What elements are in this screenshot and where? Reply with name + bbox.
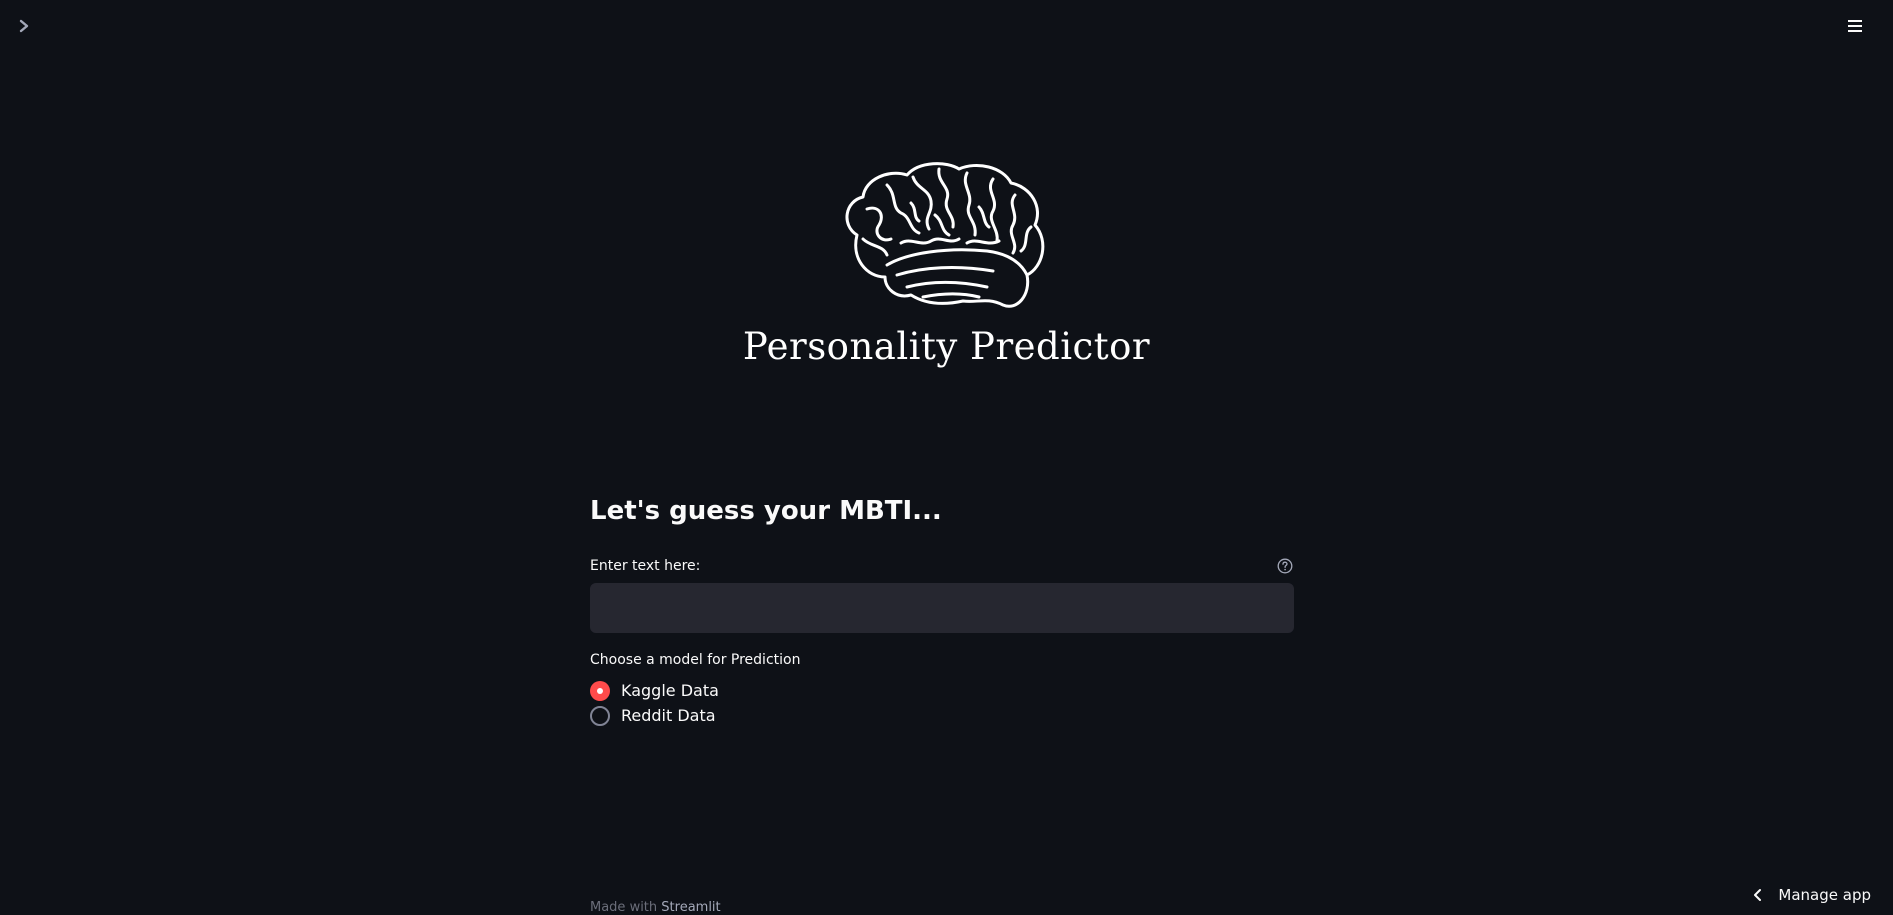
- text-input-field[interactable]: [590, 583, 1294, 633]
- manage-app-label: Manage app: [1778, 886, 1871, 904]
- text-input-label: Enter text here:: [590, 558, 701, 574]
- chevron-left-icon: [1750, 887, 1766, 903]
- hamburger-menu-icon: [1848, 20, 1862, 32]
- sidebar-toggle-button[interactable]: [12, 14, 36, 38]
- brain-icon: [845, 162, 1044, 308]
- hero-section: Personality Predictor: [0, 155, 1893, 368]
- radio-selected-icon: [590, 680, 610, 701]
- radio-unselected-icon: [590, 705, 610, 726]
- model-radio-group: Kaggle Data Reddit Data: [590, 680, 1294, 726]
- app-root: Personality Predictor Let's guess your M…: [0, 0, 1893, 915]
- footer: Made with Streamlit: [590, 900, 721, 915]
- chevron-right-icon: [19, 19, 29, 33]
- radio-option-kaggle[interactable]: Kaggle Data: [590, 680, 1294, 701]
- radio-option-reddit[interactable]: Reddit Data: [590, 705, 1294, 726]
- question-circle-icon: [1277, 558, 1293, 574]
- footer-prefix: Made with: [590, 900, 662, 915]
- section-heading: Let's guess your MBTI...: [590, 496, 942, 526]
- manage-app-button[interactable]: Manage app: [1750, 884, 1871, 906]
- radio-option-label: Reddit Data: [621, 706, 716, 725]
- help-tooltip-button[interactable]: [1276, 557, 1294, 575]
- text-input-label-row: Enter text here:: [590, 555, 1294, 577]
- model-select-label: Choose a model for Prediction: [590, 652, 801, 668]
- radio-option-label: Kaggle Data: [621, 681, 719, 700]
- app-title: Personality Predictor: [742, 325, 1151, 368]
- main-menu-button[interactable]: [1841, 14, 1869, 38]
- streamlit-link[interactable]: Streamlit: [661, 900, 720, 915]
